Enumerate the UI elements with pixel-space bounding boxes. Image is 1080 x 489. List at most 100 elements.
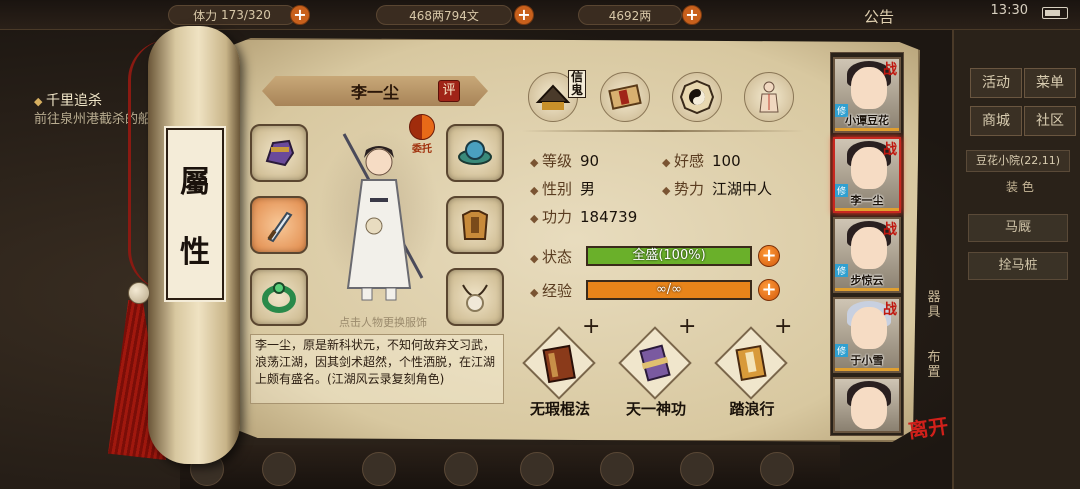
faction-label: 势力 (662, 180, 704, 198)
faction-value: 江湖中人 (711, 180, 772, 198)
bagua-icon (679, 79, 715, 115)
skill-name-3: 踏浪行 (729, 400, 775, 418)
review-button[interactable]: 评 (438, 80, 460, 102)
ring-slot[interactable] (250, 268, 308, 326)
gender-stat: 性别男 (530, 178, 595, 199)
community-button[interactable]: 社区 (1024, 106, 1076, 136)
manual-icon (542, 344, 576, 384)
scroll-icon (639, 344, 671, 382)
clock: 13:30 (990, 3, 1028, 18)
necklace-slot[interactable] (446, 268, 504, 326)
armor-slot[interactable] (446, 196, 504, 254)
letter-icon[interactable] (680, 452, 714, 486)
weapon-slot[interactable] (250, 196, 308, 254)
roster-card-2[interactable]: 战 修 李一尘 (833, 137, 901, 213)
hero-face (851, 147, 887, 189)
roster-card-1[interactable]: 战 修 小谭豆花 (833, 57, 901, 133)
roster-name: 步惊云 (850, 274, 884, 287)
power-value: 184739 (579, 208, 638, 226)
battle-tag: 战 (883, 62, 897, 78)
power-stat: 功力 184739 (530, 206, 637, 227)
bag-icon[interactable] (262, 452, 296, 486)
label-char-2: 性 (180, 235, 210, 271)
tab-layout[interactable]: 布置 (927, 350, 941, 380)
restore-state-button[interactable]: + (758, 245, 780, 267)
scroll-bundle-slot[interactable] (600, 72, 650, 122)
hat-slot[interactable] (446, 124, 504, 182)
right-side-panel: 活动 菜单 商城 社区 装 色 马厩 拴马桩 (952, 30, 1080, 489)
roster-name: 小谭豆花 (845, 114, 889, 127)
tab-equipment[interactable]: 器具 (927, 290, 941, 320)
level-stat: 等级 90 (530, 150, 599, 171)
hero-figure[interactable] (318, 128, 440, 301)
roster-card-4[interactable]: 战 修 于小雪 (833, 297, 901, 373)
add-stamina-button[interactable]: + (290, 5, 310, 25)
skill-slot-2[interactable] (618, 326, 692, 400)
exp-bar-text: ∞/∞ (655, 282, 683, 297)
add-money-button[interactable]: + (514, 5, 534, 25)
stamina-display: 体力 173/320 (168, 5, 296, 25)
gauntlet-icon (265, 139, 295, 167)
panel-sub-label: 装 色 (1006, 180, 1034, 194)
martial-icon[interactable] (362, 452, 396, 486)
map-icon[interactable] (760, 452, 794, 486)
bagua-slot[interactable] (672, 72, 722, 122)
gender-value: 男 (579, 180, 595, 198)
hitching-post-button[interactable]: 拴马桩 (968, 252, 1068, 280)
skill-add-3[interactable]: + (774, 314, 792, 339)
power-label: 功力 (530, 208, 572, 226)
roster-hp-bar (835, 368, 899, 371)
book-icon (735, 344, 767, 382)
attributes-tab-label: 屬 性 (164, 126, 226, 302)
divider-line (522, 130, 804, 132)
hero-face (851, 227, 887, 269)
battery-icon (1042, 7, 1068, 19)
exp-bar: ∞/∞ (586, 280, 752, 300)
hat-icon (458, 140, 492, 165)
roster-card-5[interactable] (833, 377, 901, 433)
notice-button[interactable]: 公告 (864, 6, 894, 27)
level-label: 等级 (530, 152, 572, 170)
skill-slot-3[interactable] (714, 326, 788, 400)
trade-icon[interactable] (600, 452, 634, 486)
location-label[interactable]: 豆花小院(22,11) (966, 150, 1070, 172)
money-value: 468两794文 (409, 8, 479, 23)
meridian-figure-icon (759, 81, 779, 113)
sword-icon (267, 211, 293, 243)
roster-card-3[interactable]: 战 修 步惊云 (833, 217, 901, 293)
meridian-slot[interactable] (744, 72, 794, 122)
stamina-label: 体力 (193, 8, 218, 23)
skill-add-1[interactable]: + (582, 314, 600, 339)
bagua-icon[interactable] (444, 452, 478, 486)
activity-button[interactable]: 活动 (970, 68, 1022, 98)
layout-icon[interactable] (520, 452, 554, 486)
stable-button[interactable]: 马厩 (968, 214, 1068, 242)
hero-sprite-icon (342, 133, 424, 301)
roster-hp-bar (835, 208, 899, 211)
skill-add-2[interactable]: + (678, 314, 696, 339)
exp-label: 经验 (530, 280, 572, 301)
state-bar: 全盛(100%) (586, 246, 752, 266)
gloves-slot[interactable] (250, 124, 308, 182)
label-char-1: 屬 (180, 164, 210, 200)
menu-button[interactable]: 菜单 (1024, 68, 1076, 98)
battle-tag: 战 (883, 142, 897, 158)
change-outfit-hint: 点击人物更换服饰 (339, 316, 427, 329)
stamina-value: 173/320 (220, 8, 271, 22)
roster-name: 于小雪 (850, 354, 884, 367)
level-value: 90 (579, 152, 600, 170)
state-bar-text: 全盛(100%) (632, 248, 706, 263)
hero-face (851, 307, 887, 349)
armor-icon (461, 210, 489, 240)
side-tabs: 器具 布置 (922, 290, 946, 380)
roster-name: 李一尘 (850, 194, 884, 207)
leave-button[interactable]: 离开 (906, 409, 954, 444)
necklace-icon (462, 284, 488, 312)
ingot-value: 4692两 (608, 8, 652, 23)
add-exp-button[interactable]: + (758, 279, 780, 301)
add-ingot-button[interactable]: + (682, 5, 702, 25)
skill-slot-1[interactable] (522, 326, 596, 400)
favor-label: 好感 (662, 152, 704, 170)
state-label: 状态 (530, 246, 572, 267)
shop-button[interactable]: 商城 (970, 106, 1022, 136)
